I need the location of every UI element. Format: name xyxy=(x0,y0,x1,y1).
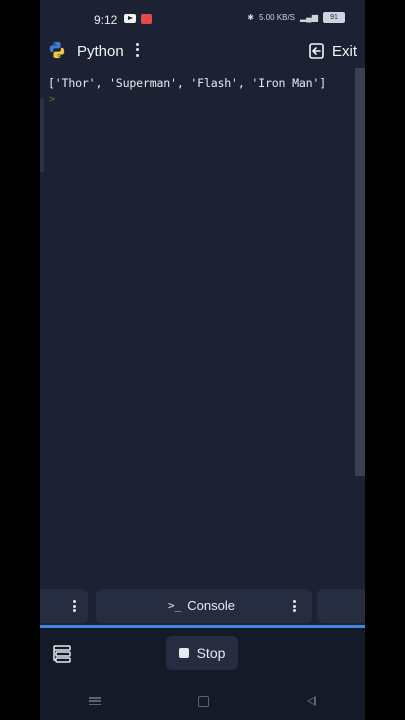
header: Python Exit xyxy=(40,36,365,66)
console-output-line: ['Thor', 'Superman', 'Flash', 'Iron Man'… xyxy=(48,76,326,90)
tab-console-label-group: >_ Console xyxy=(168,598,235,613)
gutter-marker xyxy=(40,98,44,172)
exit-button[interactable]: Exit xyxy=(308,40,357,62)
more-options-icon[interactable] xyxy=(133,42,141,58)
status-icons: ✱ 5.00 KB/S ▂▄▆ 91 xyxy=(247,12,345,23)
exit-label: Exit xyxy=(331,42,357,60)
tab-console[interactable]: >_ Console xyxy=(96,589,312,623)
signal-icon: ▂▄▆ xyxy=(300,13,318,22)
stop-button[interactable]: Stop xyxy=(166,636,238,670)
system-nav-bar xyxy=(40,688,365,714)
exit-icon xyxy=(309,43,324,59)
tab-previous[interactable] xyxy=(40,589,88,623)
stop-icon xyxy=(178,648,189,658)
app-notification-icon xyxy=(141,14,152,24)
back-nav-icon[interactable] xyxy=(307,696,317,706)
bluetooth-icon: ✱ xyxy=(247,13,254,22)
tab-previous-options-icon[interactable] xyxy=(71,600,77,612)
tab-console-label: Console xyxy=(187,598,235,613)
app-window: 9:12 ✱ 5.00 KB/S ▂▄▆ 91 Python Exit ['Th… xyxy=(40,0,365,720)
console-output-area[interactable]: ['Thor', 'Superman', 'Flash', 'Iron Man'… xyxy=(40,68,365,586)
bottom-bar: Stop xyxy=(40,628,365,720)
menu-nav-icon[interactable] xyxy=(88,697,101,705)
status-bar: 9:12 ✱ 5.00 KB/S ▂▄▆ 91 xyxy=(40,0,365,38)
tab-next[interactable] xyxy=(317,589,365,623)
stop-label: Stop xyxy=(196,645,226,661)
tab-bar: >_ Console xyxy=(40,587,365,625)
tab-console-options-icon[interactable] xyxy=(291,600,297,612)
console-scrollbar[interactable] xyxy=(355,68,365,476)
console-prompt: > xyxy=(49,94,56,105)
status-time: 9:12 xyxy=(94,13,118,27)
youtube-notification-icon xyxy=(124,14,136,23)
terminal-icon: >_ xyxy=(168,599,182,612)
page-title: Python xyxy=(77,43,124,60)
python-logo-icon xyxy=(49,41,65,59)
home-nav-icon[interactable] xyxy=(198,695,210,707)
battery-icon: 91 xyxy=(323,12,345,23)
network-speed: 5.00 KB/S xyxy=(258,13,296,22)
layers-icon[interactable] xyxy=(52,644,72,664)
